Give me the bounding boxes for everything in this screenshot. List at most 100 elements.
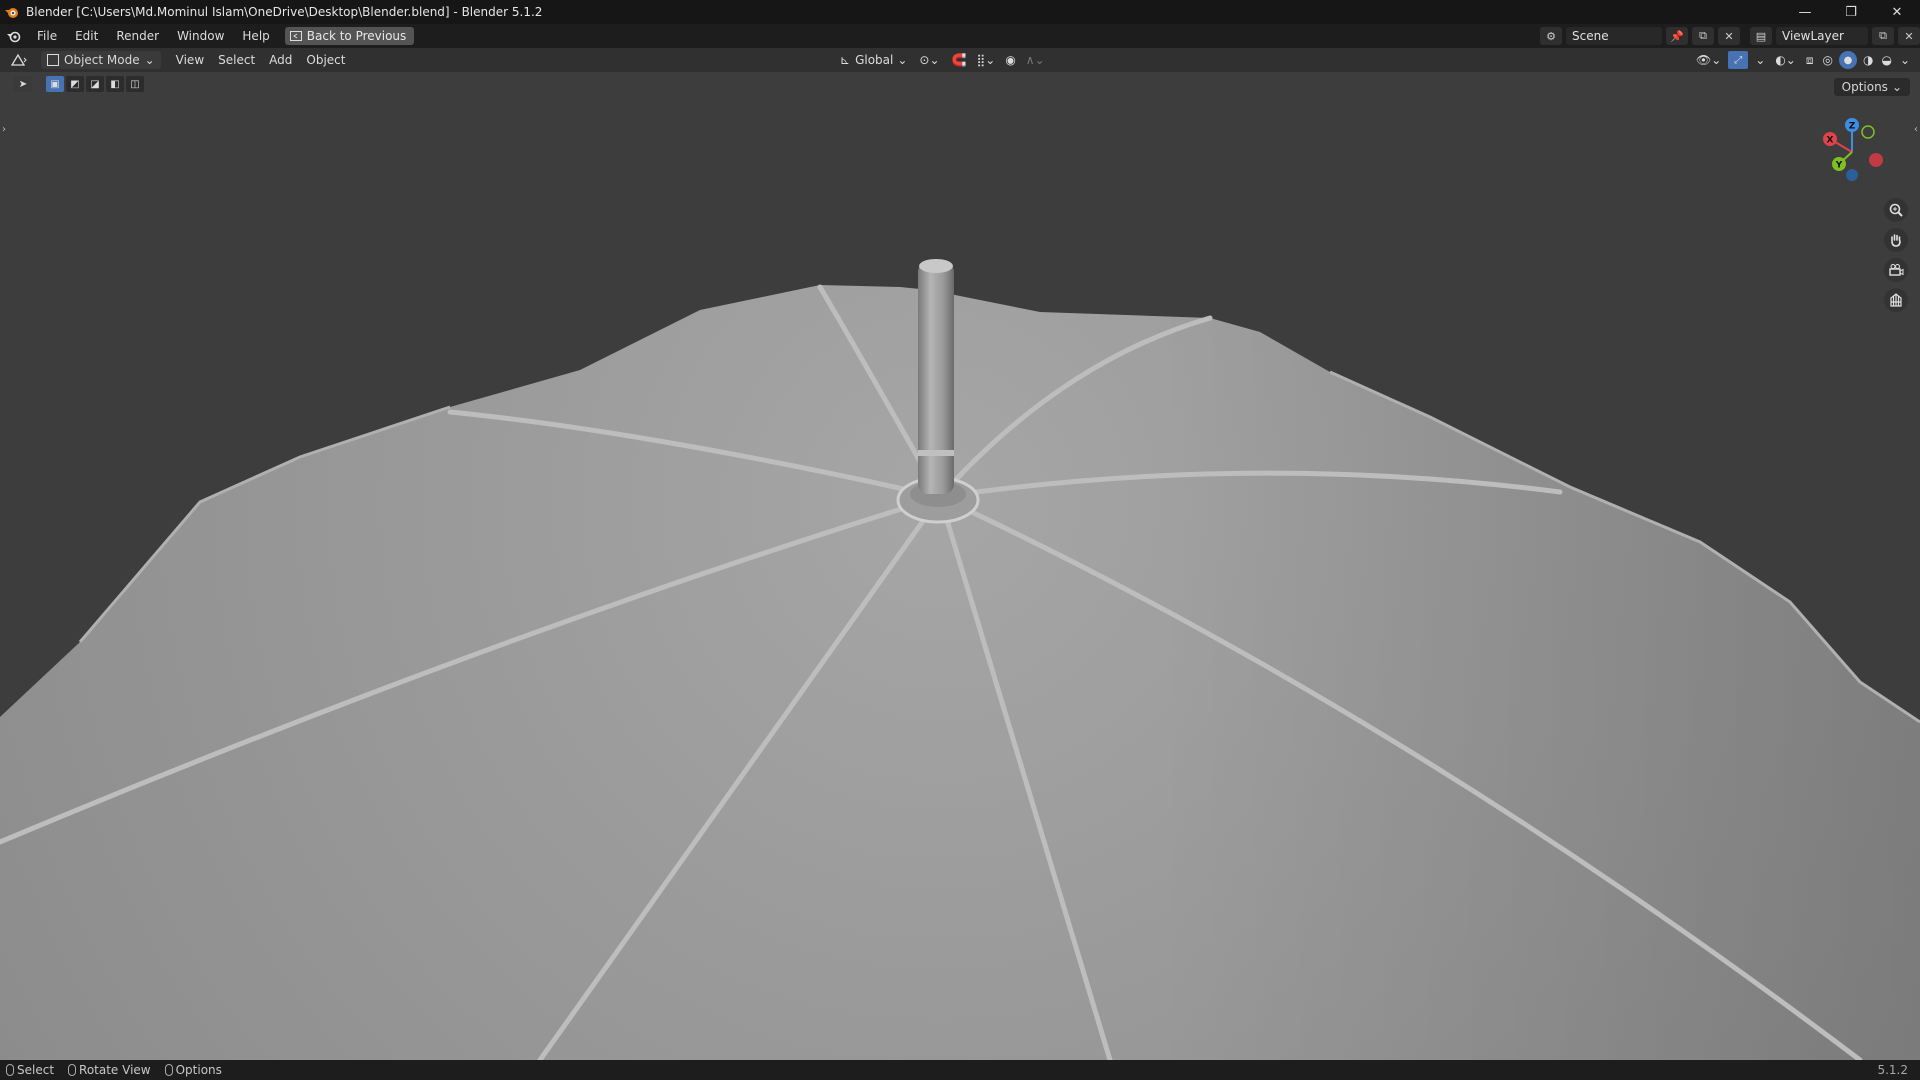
- menu-render[interactable]: Render: [107, 29, 168, 43]
- options-dropdown[interactable]: Options ⌄: [1833, 78, 1910, 96]
- xray-toggle-icon[interactable]: ⧈: [1803, 48, 1817, 72]
- select-new-icon[interactable]: ▣: [46, 76, 64, 92]
- select-extend-icon[interactable]: ◩: [66, 76, 84, 92]
- scene-selector-icon[interactable]: ⚙: [1540, 27, 1562, 45]
- header-menu-view[interactable]: View: [169, 48, 211, 72]
- orientation-axes-icon: ⊾: [840, 53, 851, 67]
- transform-controls: ⊾ Global ⌄ ⊙⌄ 🧲 ⣿⌄ ◉ ∧⌄: [838, 48, 1047, 72]
- window-controls: — ❐ ✕: [1782, 0, 1920, 24]
- blender-logo-icon: [5, 8, 18, 18]
- select-intersect-icon[interactable]: ◫: [126, 76, 144, 92]
- header-menu-add[interactable]: Add: [262, 48, 299, 72]
- toolbar-expand-icon[interactable]: ›: [2, 124, 6, 135]
- mouse-middle-icon: [68, 1064, 77, 1076]
- pivot-point-icon[interactable]: ⊙⌄: [915, 48, 943, 72]
- gizmo-x-label: X: [1827, 136, 1834, 146]
- status-options: Options: [164, 1063, 222, 1077]
- camera-view-button[interactable]: [1884, 258, 1908, 282]
- canopy-shading: [0, 285, 1920, 1060]
- status-bar: Select Rotate View Options 5.1.2: [0, 1060, 1920, 1080]
- wireframe-shading-icon[interactable]: ◎: [1820, 48, 1834, 72]
- minimize-button[interactable]: —: [1782, 0, 1828, 24]
- select-mode-toolbar: ➤ ▣ ◩ ◪ ◧ ◫: [14, 76, 144, 92]
- proportional-falloff-icon[interactable]: ∧⌄: [1024, 48, 1047, 72]
- viewport-display-controls: 👁⌄ ⤢ ⌄ ◐⌄ ⧈ ◎ ● ◑ ◒ ⌄: [1693, 48, 1912, 72]
- sidebar-expand-icon[interactable]: ‹: [1914, 124, 1918, 135]
- select-tool-icon[interactable]: ➤: [14, 76, 32, 92]
- status-select: Select: [6, 1063, 54, 1077]
- menu-bar: File Edit Render Window Help Back to Pre…: [0, 24, 1920, 48]
- material-shading-icon[interactable]: ◑: [1861, 48, 1875, 72]
- snap-toggle-icon[interactable]: 🧲: [950, 48, 969, 72]
- header-menu-object[interactable]: Object: [299, 48, 352, 72]
- gizmo-x-negative[interactable]: [1869, 153, 1883, 167]
- chevron-down-icon: ⌄: [897, 53, 908, 67]
- gizmo-dropdown-icon[interactable]: ⌄: [1752, 48, 1768, 72]
- pin-icon[interactable]: 📌: [1666, 27, 1688, 45]
- object-mode-icon: [47, 54, 59, 66]
- select-subtract-icon[interactable]: ◪: [86, 76, 104, 92]
- shading-options-dropdown-icon[interactable]: ⌄: [1898, 48, 1912, 72]
- solid-shading-icon[interactable]: ●: [1838, 51, 1857, 69]
- orientation-label: Global: [855, 53, 894, 67]
- header-menu-select[interactable]: Select: [211, 48, 262, 72]
- new-viewlayer-icon[interactable]: ⧉: [1872, 27, 1894, 45]
- gizmo-y-negative[interactable]: [1861, 125, 1875, 139]
- camera-view-icon: [1889, 264, 1904, 276]
- viewport-header: Object Mode ⌄ View Select Add Object ⊾ G…: [0, 48, 1920, 72]
- viewport-canvas[interactable]: [0, 72, 1920, 1060]
- options-label: Options: [1841, 80, 1888, 94]
- close-button[interactable]: ✕: [1874, 0, 1920, 24]
- blender-menu-icon[interactable]: [6, 28, 22, 44]
- transform-orientation-dropdown[interactable]: ⊾ Global ⌄: [838, 48, 909, 72]
- mode-label: Object Mode: [64, 53, 140, 67]
- mouse-right-icon: [164, 1064, 173, 1076]
- menu-window[interactable]: Window: [168, 29, 233, 43]
- snap-target-icon[interactable]: ⣿⌄: [974, 48, 997, 72]
- mode-dropdown[interactable]: Object Mode ⌄: [41, 51, 161, 69]
- pan-hand-icon: [1891, 234, 1901, 247]
- back-to-previous-button[interactable]: Back to Previous: [284, 27, 415, 45]
- overlays-icon[interactable]: ◐⌄: [1772, 48, 1799, 72]
- status-rotate: Rotate View: [68, 1063, 151, 1077]
- pan-button[interactable]: [1884, 228, 1908, 252]
- new-scene-icon[interactable]: ⧉: [1692, 27, 1714, 45]
- gizmo-toggle-icon[interactable]: ⤢: [1728, 51, 1749, 69]
- shaft-band: [918, 450, 954, 456]
- window-title: Blender [C:\Users\Md.Mominul Islam\OneDr…: [26, 5, 543, 19]
- scene-name-field[interactable]: Scene: [1566, 27, 1662, 45]
- select-invert-icon[interactable]: ◧: [106, 76, 124, 92]
- gizmo-z-label: Z: [1849, 122, 1856, 132]
- editor-type-3d-icon: [10, 53, 27, 66]
- version-label: 5.1.2: [1877, 1063, 1908, 1077]
- visibility-icon[interactable]: 👁⌄: [1693, 48, 1724, 72]
- proportional-editing-icon[interactable]: ◉: [1003, 48, 1017, 72]
- menu-help[interactable]: Help: [233, 29, 278, 43]
- ortho-toggle-button[interactable]: [1884, 288, 1908, 312]
- viewlayer-selector-icon[interactable]: ▤: [1750, 27, 1772, 45]
- status-rotate-label: Rotate View: [79, 1063, 151, 1077]
- scene-viewlayer-controls: ⚙ Scene 📌 ⧉ ✕ ▤ ViewLayer ⧉ ✕: [1540, 24, 1920, 48]
- back-screen-icon: [289, 31, 302, 41]
- maximize-button[interactable]: ❐: [1828, 0, 1874, 24]
- viewlayer-name-field[interactable]: ViewLayer: [1776, 27, 1868, 45]
- chevron-down-icon: ⌄: [144, 53, 155, 67]
- editor-type-icon[interactable]: [0, 48, 35, 72]
- ortho-grid-icon: [1890, 293, 1902, 307]
- status-select-label: Select: [17, 1063, 55, 1077]
- remove-scene-icon[interactable]: ✕: [1718, 27, 1740, 45]
- zoom-button[interactable]: [1884, 198, 1908, 222]
- status-options-label: Options: [175, 1063, 222, 1077]
- umbrella-shaft: [918, 262, 954, 494]
- shaft-cap: [919, 259, 953, 273]
- navigation-gizmo[interactable]: Z X Y: [1812, 112, 1892, 192]
- menu-file[interactable]: File: [28, 29, 66, 43]
- menu-edit[interactable]: Edit: [66, 29, 107, 43]
- back-to-previous-label: Back to Previous: [306, 29, 407, 43]
- gizmo-z-negative[interactable]: [1846, 169, 1858, 181]
- gizmo-y-label: Y: [1835, 161, 1843, 171]
- remove-viewlayer-icon[interactable]: ✕: [1898, 27, 1920, 45]
- title-bar: Blender [C:\Users\Md.Mominul Islam\OneDr…: [0, 0, 1920, 24]
- chevron-down-icon: ⌄: [1891, 80, 1902, 94]
- rendered-shading-icon[interactable]: ◒: [1879, 48, 1893, 72]
